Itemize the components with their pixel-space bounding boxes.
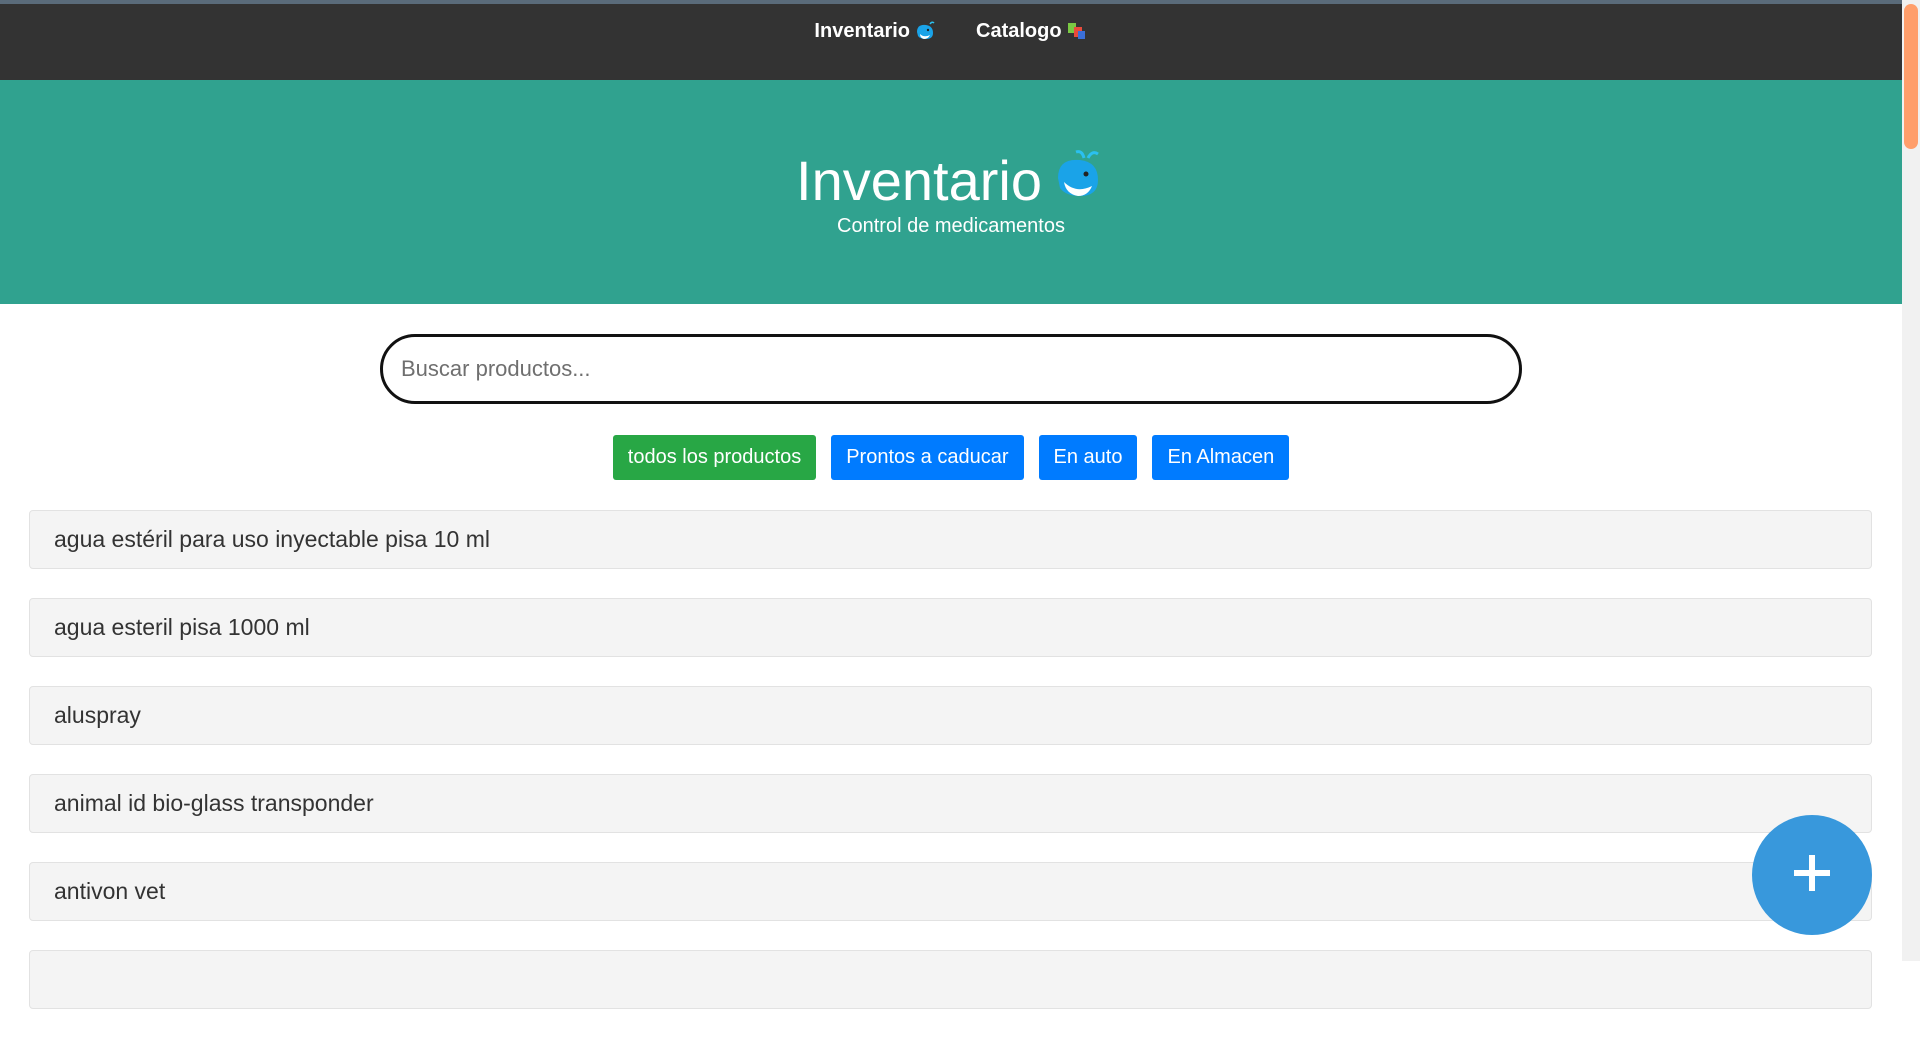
product-list-item[interactable]: animal id bio-glass transponder	[29, 774, 1872, 833]
page-scrollbar[interactable]	[1902, 0, 1920, 961]
product-list-item[interactable]: agua esteril pisa 1000 ml	[29, 598, 1872, 657]
books-icon	[1066, 20, 1088, 42]
plus-icon	[1792, 853, 1832, 898]
top-navbar: Inventario Catalogo	[0, 4, 1902, 80]
hero-banner: Inventario Control de medicamentos	[0, 80, 1902, 304]
whale-icon	[914, 20, 936, 42]
whale-icon	[1050, 146, 1106, 215]
filter-buttons: todos los productos Prontos a caducar En…	[0, 435, 1902, 480]
filter-in-car-button[interactable]: En auto	[1038, 435, 1138, 480]
filter-in-warehouse-button[interactable]: En Almacen	[1152, 435, 1290, 480]
product-list: agua estéril para uso inyectable pisa 10…	[29, 510, 1872, 1038]
search-input[interactable]	[380, 334, 1522, 404]
scrollbar-thumb[interactable]	[1904, 4, 1918, 149]
product-list-item[interactable]	[29, 950, 1872, 1009]
filter-all-products-button[interactable]: todos los productos	[612, 435, 817, 480]
nav-link-catalogo-label: Catalogo	[976, 19, 1062, 42]
add-product-button[interactable]	[1752, 815, 1872, 935]
nav-link-inventario-label: Inventario	[814, 19, 910, 42]
nav-link-inventario[interactable]: Inventario	[814, 20, 936, 65]
search-container	[380, 334, 1522, 404]
product-list-item[interactable]: agua estéril para uso inyectable pisa 10…	[29, 510, 1872, 569]
page-subtitle: Control de medicamentos	[837, 215, 1065, 237]
product-list-item[interactable]: antivon vet	[29, 862, 1872, 921]
page-title-text: Inventario	[796, 148, 1042, 212]
product-list-item[interactable]: aluspray	[29, 686, 1872, 745]
page-title: Inventario	[796, 146, 1106, 215]
filter-expiring-soon-button[interactable]: Prontos a caducar	[831, 435, 1024, 480]
nav-link-catalogo[interactable]: Catalogo	[976, 20, 1088, 65]
